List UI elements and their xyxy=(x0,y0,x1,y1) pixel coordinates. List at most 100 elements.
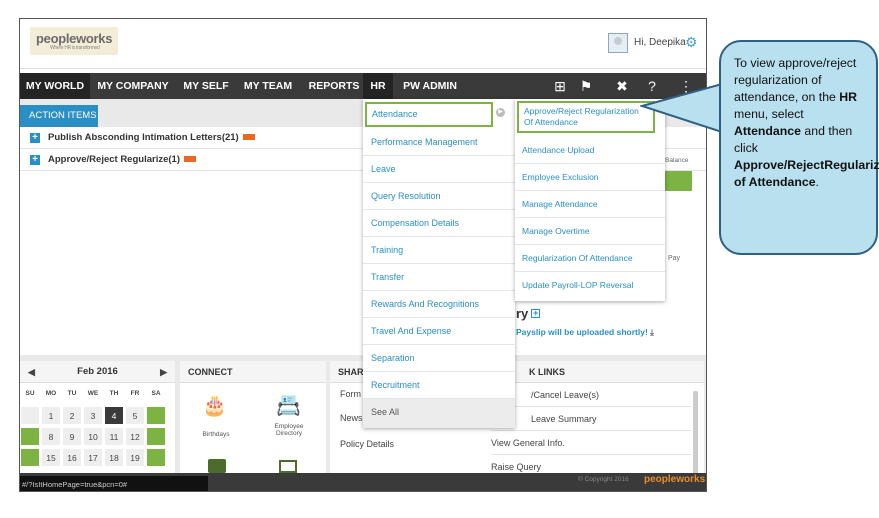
calendar-day-today[interactable]: 4 xyxy=(104,406,124,425)
logo-text: peopleworks xyxy=(36,31,113,46)
calendar-day[interactable]: 11 xyxy=(104,427,124,446)
weekday-label: WE xyxy=(87,390,99,397)
weekday-label: SA xyxy=(151,390,161,397)
balance-bar xyxy=(662,171,692,191)
folder-icon[interactable] xyxy=(208,459,226,473)
copyright-text: © Copyright 2016 xyxy=(578,476,629,483)
calendar-day-weekend[interactable] xyxy=(20,427,40,446)
card-icon[interactable] xyxy=(279,460,297,473)
app-screenshot: peopleworks Where HR is transformed Hi, … xyxy=(19,18,707,492)
menu-item-attendance[interactable]: Attendance xyxy=(365,102,493,127)
tools-icon[interactable]: ✖ xyxy=(612,73,632,99)
nav-my-company[interactable]: MY COMPANY xyxy=(92,73,174,99)
share-link[interactable]: News xyxy=(340,413,363,423)
directory-icon[interactable]: 📇 xyxy=(276,393,301,418)
quick-link[interactable]: /Cancel Leave(s) xyxy=(491,383,691,407)
nav-my-world[interactable]: MY WORLD xyxy=(20,73,90,99)
menu-item-separation[interactable]: Separation xyxy=(363,345,515,372)
weekday-label: FR xyxy=(130,390,140,397)
calendar-day[interactable]: 12 xyxy=(125,427,145,446)
calendar-day-weekend[interactable] xyxy=(146,427,166,446)
menu-item-attendance-upload[interactable]: Attendance Upload xyxy=(515,137,665,164)
payslip-note: Payslip will be uploaded shortly! xyxy=(516,327,648,337)
menu-item-update-payroll-lop[interactable]: Update Payroll-LOP Reversal xyxy=(515,272,665,299)
menu-item-transfer[interactable]: Transfer xyxy=(363,264,515,291)
calendar-day-weekend[interactable] xyxy=(146,406,166,425)
calendar-day[interactable]: 16 xyxy=(62,448,82,467)
payslip-panel: ry + Payslip will be uploaded shortly! ⤓ xyxy=(504,299,704,354)
menu-item-rewards[interactable]: Rewards And Recognitions xyxy=(363,291,515,318)
calendar-day[interactable]: 1 xyxy=(41,406,61,425)
nav-my-self[interactable]: MY SELF xyxy=(178,73,234,99)
calendar-day[interactable]: 18 xyxy=(104,448,124,467)
weekday-label: SU xyxy=(25,390,35,397)
menu-item-recruitment[interactable]: Recruitment xyxy=(363,372,515,399)
weekday-label: TH xyxy=(109,390,119,397)
download-icon[interactable]: ⤓ xyxy=(650,327,654,337)
directory-label[interactable]: Employee Directory xyxy=(264,423,314,437)
calendar-day[interactable]: 19 xyxy=(125,448,145,467)
menu-item-performance-management[interactable]: Performance Management xyxy=(363,129,515,156)
calendar-day[interactable] xyxy=(20,406,40,425)
callout-text-1: To view approve/reject regularization of… xyxy=(734,56,857,104)
quick-link[interactable]: Leave Summary xyxy=(491,407,691,431)
nav-reports[interactable]: REPORTS xyxy=(302,73,366,99)
expand-icon[interactable]: + xyxy=(531,309,541,319)
gear-icon[interactable]: ⚙ xyxy=(685,34,698,51)
peopleworks-logo[interactable]: peopleworks Where HR is transformed xyxy=(30,27,118,55)
next-month-icon[interactable]: ▶ xyxy=(160,361,167,383)
menu-item-compensation-details[interactable]: Compensation Details xyxy=(363,210,515,237)
user-greeting[interactable]: Hi, Deepika xyxy=(634,37,686,48)
main-nav: MY WORLD MY COMPANY MY SELF MY TEAM REPO… xyxy=(20,73,706,99)
nav-my-team[interactable]: MY TEAM xyxy=(238,73,298,99)
menu-item-leave[interactable]: Leave xyxy=(363,156,515,183)
pay-label: Pay xyxy=(668,255,681,262)
app-header: peopleworks Where HR is transformed Hi, … xyxy=(20,19,706,69)
calendar-day[interactable]: 5 xyxy=(125,406,145,425)
calendar-day-weekend[interactable] xyxy=(20,448,40,467)
menu-item-training[interactable]: Training xyxy=(363,237,515,264)
calendar-day[interactable]: 3 xyxy=(83,406,103,425)
hr-dropdown-menu: Attendance ▶ Performance Management Leav… xyxy=(363,99,515,428)
menu-item-regularization-of-attendance[interactable]: Regularization Of Attendance xyxy=(515,245,665,272)
calendar-day[interactable]: 2 xyxy=(62,406,82,425)
menu-item-manage-attendance[interactable]: Manage Attendance xyxy=(515,191,665,218)
quick-link[interactable]: View General Info. xyxy=(491,431,691,455)
callout-hr: HR xyxy=(839,90,858,104)
menu-item-employee-exclusion[interactable]: Employee Exclusion xyxy=(515,164,665,191)
action-label: Approve/Reject Regularize(1) xyxy=(48,154,180,165)
menu-item-see-all[interactable]: See All xyxy=(363,399,515,428)
instruction-callout: To view approve/reject regularization of… xyxy=(719,40,879,255)
birthdays-label[interactable]: Birthdays xyxy=(188,431,244,438)
calendar-header: ◀ Feb 2016 ▶ xyxy=(20,361,175,383)
weekday-label: TU xyxy=(67,390,77,397)
calendar-day[interactable]: 15 xyxy=(41,448,61,467)
flag-icon[interactable]: ⚑ xyxy=(576,73,596,99)
menu-item-travel-expense[interactable]: Travel And Expense xyxy=(363,318,515,345)
avatar[interactable] xyxy=(608,33,628,53)
callout-attendance: Attendance xyxy=(734,124,801,138)
nav-hr[interactable]: HR xyxy=(363,73,393,99)
balance-label: Balance xyxy=(665,157,689,164)
cake-icon[interactable]: 🎂 xyxy=(202,393,227,418)
calendar-day-weekend[interactable] xyxy=(146,448,166,467)
callout-target: Approve/RejectRegularization of Attendan… xyxy=(734,158,879,189)
menu-item-query-resolution[interactable]: Query Resolution xyxy=(363,183,515,210)
footer-logo: peopleworks xyxy=(644,474,706,485)
share-link[interactable]: Form xyxy=(340,389,361,399)
calendar-day[interactable]: 8 xyxy=(41,427,61,446)
prev-month-icon[interactable]: ◀ xyxy=(28,361,35,383)
calendar-day[interactable]: 9 xyxy=(62,427,82,446)
expand-icon[interactable]: + xyxy=(30,155,40,165)
tab-action-items[interactable]: ACTION ITEMS xyxy=(20,105,98,127)
menu-item-approve-reject-regularization[interactable]: Approve/Reject Regularization Of Attenda… xyxy=(517,101,655,133)
calendar-day[interactable]: 10 xyxy=(83,427,103,446)
book-icon[interactable]: ⊞ xyxy=(550,73,570,99)
calendar-day[interactable]: 17 xyxy=(83,448,103,467)
share-link[interactable]: Policy Details xyxy=(340,439,394,449)
nav-pw-admin[interactable]: PW ADMIN xyxy=(396,73,464,99)
browser-status-url: #/?IsItHomePage=true&pcn=0# xyxy=(20,476,208,491)
expand-icon[interactable]: + xyxy=(30,133,40,143)
new-badge xyxy=(242,134,255,141)
menu-item-manage-overtime[interactable]: Manage Overtime xyxy=(515,218,665,245)
